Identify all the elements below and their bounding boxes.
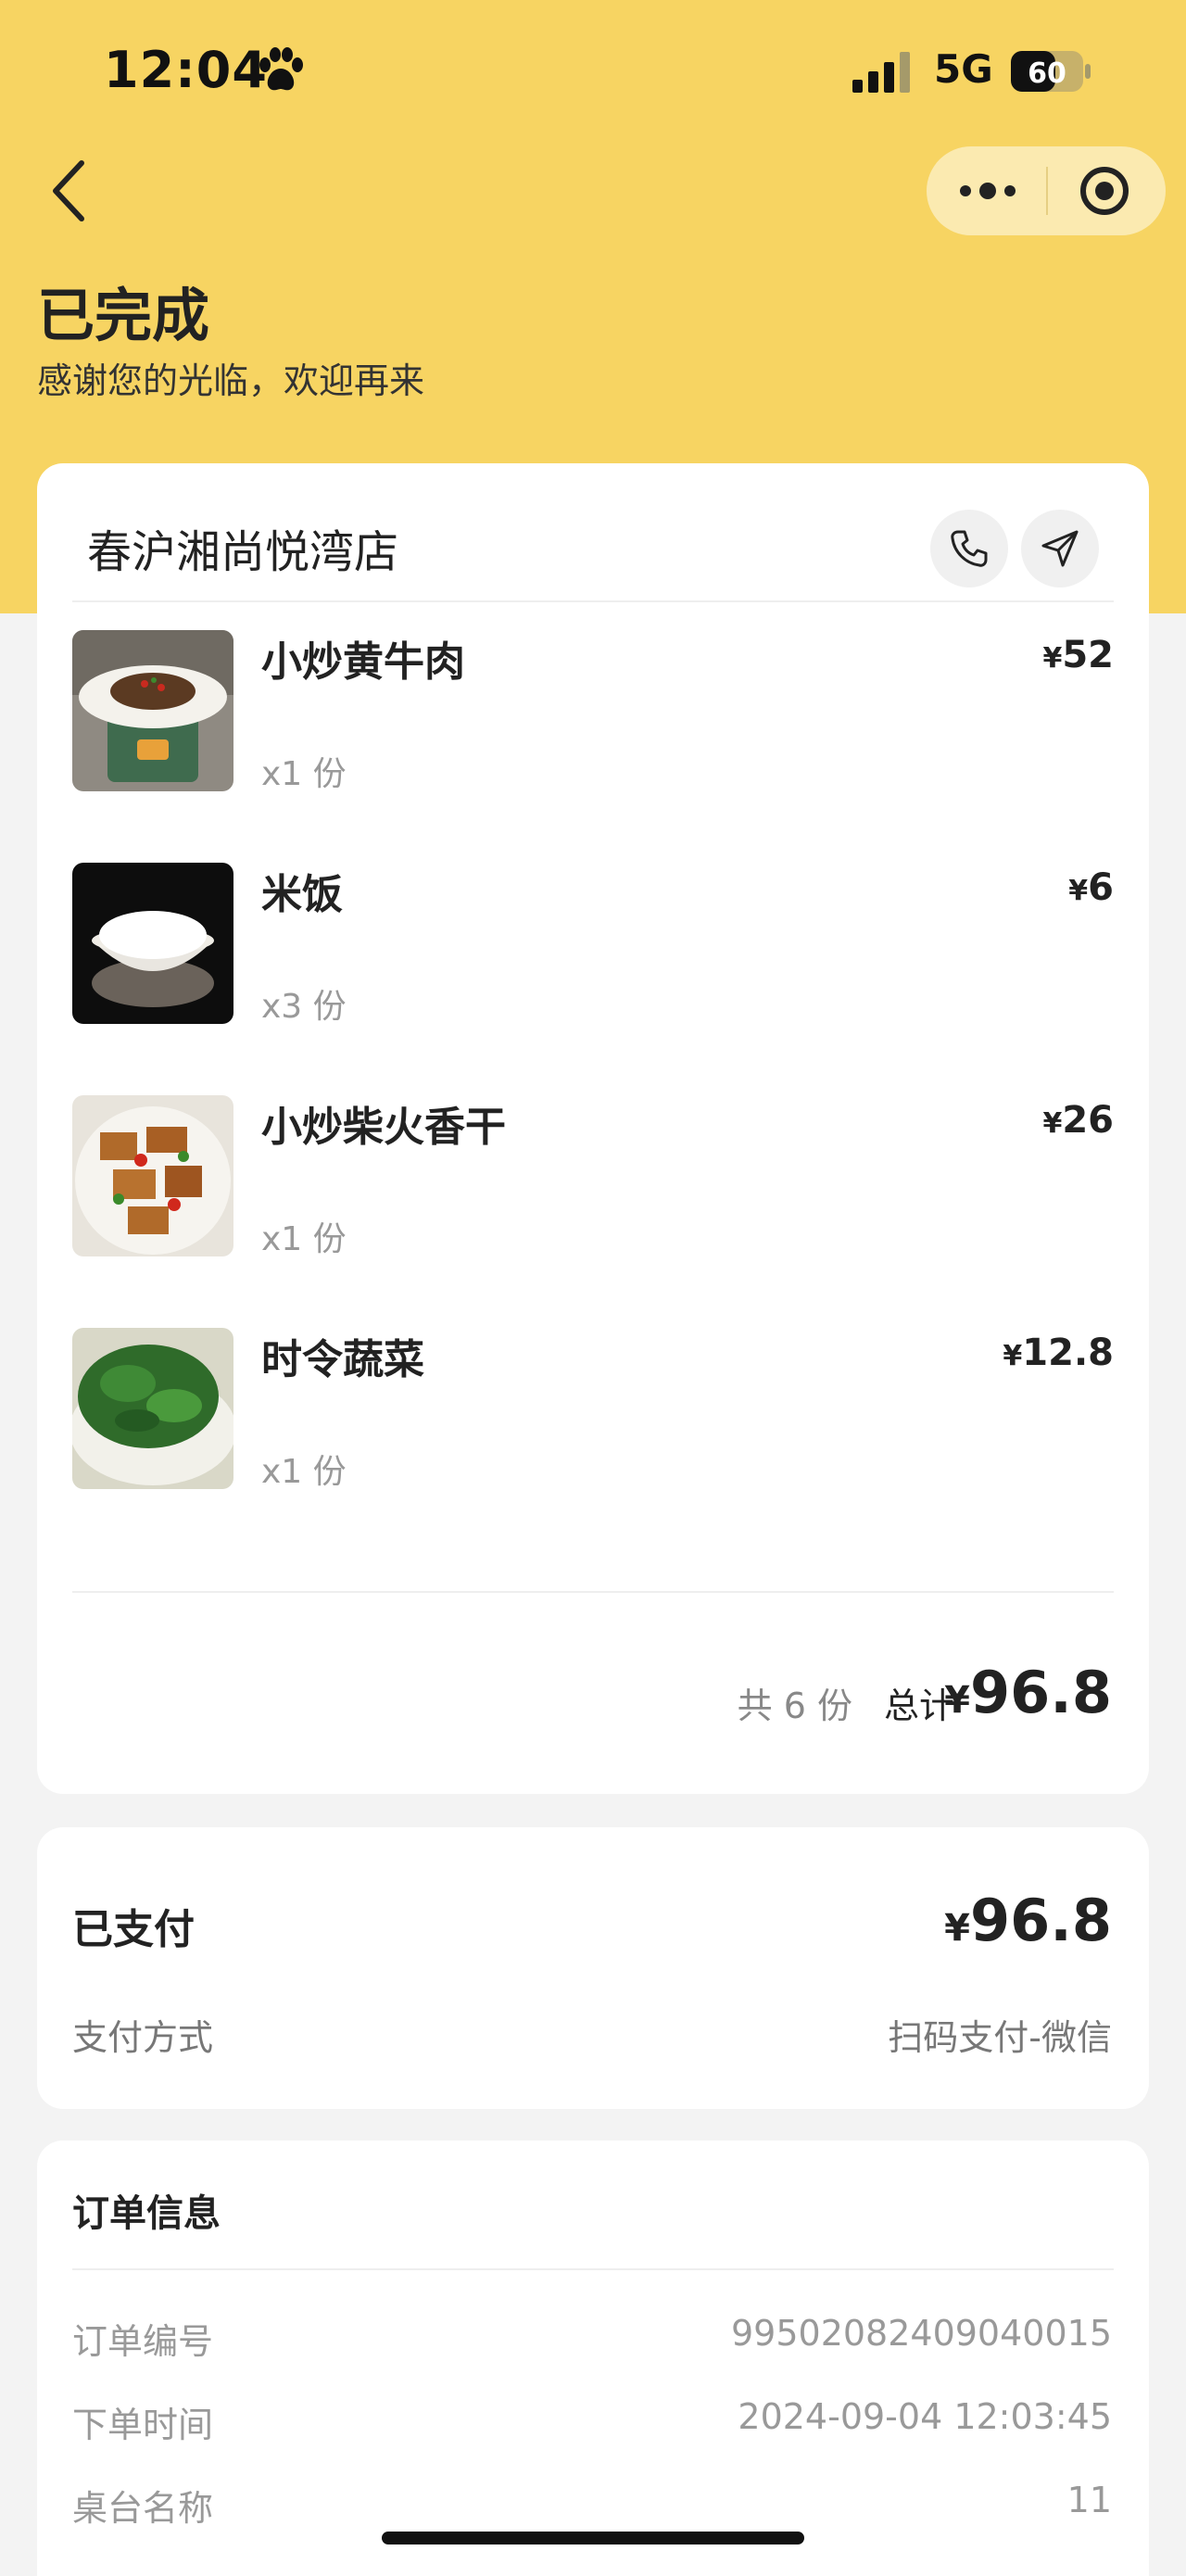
dish-name: 小炒柴火香干 xyxy=(261,1104,506,1151)
order-status-subtitle: 感谢您的光临，欢迎再来 xyxy=(37,360,425,401)
order-number-row: 订单编号 99502082409040015 xyxy=(72,2313,1112,2368)
order-time-value: 2024-09-04 12:03:45 xyxy=(738,2396,1112,2437)
dish-image xyxy=(72,1328,233,1489)
order-number-label: 订单编号 xyxy=(72,2321,214,2362)
dish-quantity: x1 份 xyxy=(261,755,347,793)
dish-price: ¥6 xyxy=(1068,866,1114,909)
paw-icon xyxy=(259,47,303,91)
divider xyxy=(72,1591,1114,1593)
payment-card: 已支付 ¥96.8 支付方式 扫码支付-微信 xyxy=(37,1827,1149,2109)
call-button[interactable] xyxy=(930,510,1008,587)
navigate-button[interactable] xyxy=(1021,510,1099,587)
dish-image xyxy=(72,863,233,1024)
status-bar: 12:04 5G 60 xyxy=(0,37,1186,102)
close-target-icon[interactable] xyxy=(1077,163,1132,219)
dish-quantity: x1 份 xyxy=(261,1453,347,1491)
dish-quantity: x1 份 xyxy=(261,1220,347,1258)
order-item: 小炒柴火香干 x1 份 ¥26 xyxy=(72,1095,1114,1271)
order-item: 小炒黄牛肉 x1 份 ¥52 xyxy=(72,630,1114,806)
home-indicator[interactable] xyxy=(382,2532,804,2544)
dish-image xyxy=(72,630,233,791)
dish-name: 米饭 xyxy=(261,871,343,918)
back-arrow-icon[interactable] xyxy=(46,158,93,224)
status-time: 12:04 xyxy=(104,41,268,99)
store-name[interactable]: 春沪湘尚悦湾店 xyxy=(87,515,398,580)
payment-method-value: 扫码支付-微信 xyxy=(888,2017,1112,2058)
paid-label: 已支付 xyxy=(72,1906,195,1953)
dish-name: 时令蔬菜 xyxy=(261,1336,424,1383)
order-time-label: 下单时间 xyxy=(72,2405,214,2445)
divider xyxy=(72,2268,1114,2270)
order-item: 时令蔬菜 x1 份 ¥12.8 xyxy=(72,1328,1114,1504)
table-name-row: 桌台名称 11 xyxy=(72,2480,1112,2535)
phone-icon xyxy=(951,530,988,567)
order-info-card: 订单信息 订单编号 99502082409040015 下单时间 2024-09… xyxy=(37,2140,1149,2576)
navigation-arrow-icon xyxy=(1041,530,1079,567)
order-time-row: 下单时间 2024-09-04 12:03:45 xyxy=(72,2396,1112,2452)
signal-icon xyxy=(852,52,910,93)
order-status-title: 已完成 xyxy=(37,282,210,349)
network-type: 5G xyxy=(934,46,993,92)
capsule-divider xyxy=(1046,167,1048,215)
paid-amount: ¥96.8 xyxy=(944,1887,1112,1954)
order-items-card: 春沪湘尚悦湾店 小炒黄牛肉 x1 份 ¥52 米饭 x3 份 ¥6 小炒柴火香干… xyxy=(37,463,1149,1794)
battery-icon: 60 xyxy=(1011,51,1091,92)
divider xyxy=(72,600,1114,602)
table-name-value: 11 xyxy=(1066,2480,1112,2520)
table-name-label: 桌台名称 xyxy=(72,2488,214,2529)
dish-price: ¥52 xyxy=(1042,634,1114,676)
battery-level: 60 xyxy=(1028,57,1066,90)
more-icon[interactable] xyxy=(949,163,1027,219)
total-amount: ¥96.8 xyxy=(944,1659,1112,1726)
order-number-value[interactable]: 99502082409040015 xyxy=(731,2313,1112,2354)
payment-method-label: 支付方式 xyxy=(72,2017,214,2058)
dish-price: ¥26 xyxy=(1042,1099,1114,1142)
dish-name: 小炒黄牛肉 xyxy=(261,638,465,686)
mini-program-capsule xyxy=(927,146,1166,235)
dish-image xyxy=(72,1095,233,1256)
dish-price: ¥12.8 xyxy=(1003,1332,1114,1374)
order-info-title: 订单信息 xyxy=(72,2192,221,2235)
dish-quantity: x3 份 xyxy=(261,988,347,1026)
order-item: 米饭 x3 份 ¥6 xyxy=(72,863,1114,1039)
item-count: 共 6 份 xyxy=(737,1686,852,1726)
